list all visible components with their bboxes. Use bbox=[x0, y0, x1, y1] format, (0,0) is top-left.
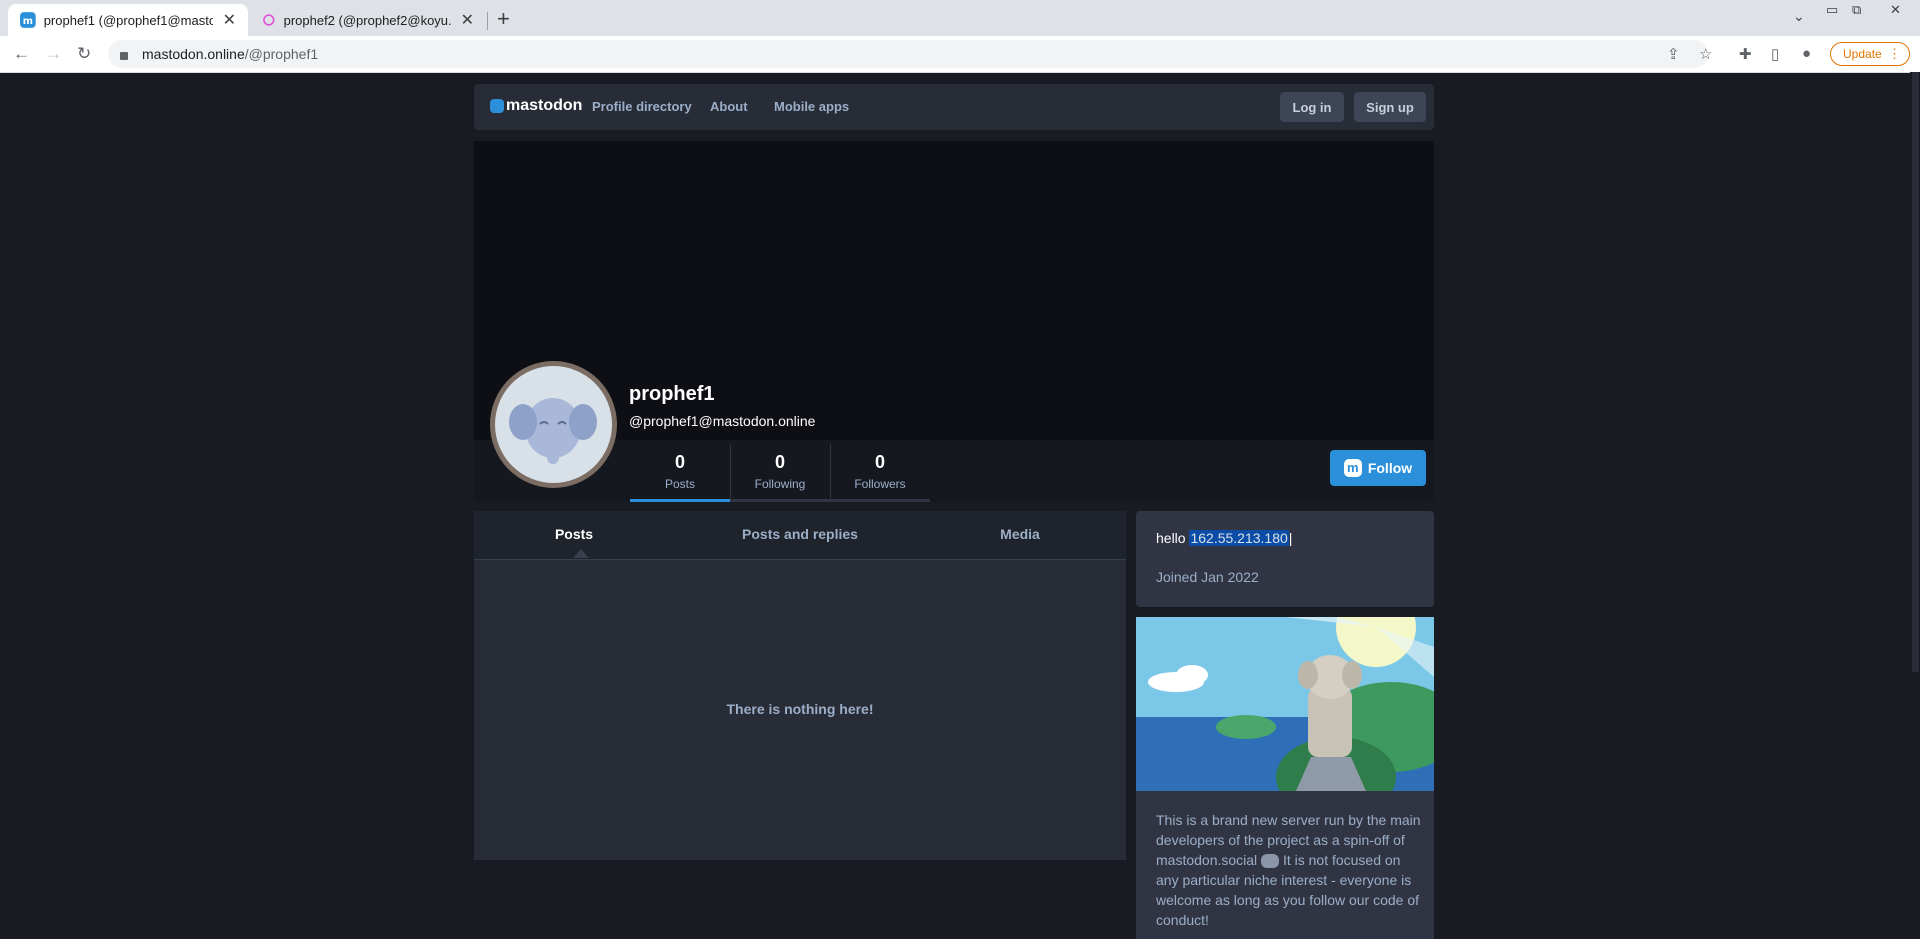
elephant-emoji-icon bbox=[1261, 854, 1280, 869]
tab-media[interactable]: Media bbox=[950, 526, 1090, 542]
tab-posts[interactable]: Posts bbox=[514, 526, 634, 542]
login-button[interactable]: Log in bbox=[1280, 92, 1344, 122]
counter-value: 0 bbox=[874, 452, 885, 472]
tab-posts-and-replies[interactable]: Posts and replies bbox=[700, 526, 900, 542]
browser-toolbar: ← → ↻ mastodon.online /@prophef1 ⇪ ☆ ✚ ▯… bbox=[0, 36, 1920, 73]
share-icon[interactable]: ⇪ bbox=[1667, 45, 1680, 63]
account-handle: @prophef1@mastodon.online bbox=[629, 413, 816, 429]
counter-underline bbox=[830, 499, 930, 502]
profile-icon[interactable]: ● bbox=[1802, 45, 1811, 62]
restore-icon[interactable]: ⧉ bbox=[1852, 2, 1861, 18]
avatar[interactable] bbox=[490, 361, 617, 488]
tab-separator bbox=[487, 12, 488, 30]
tab-title: prophef2 (@prophef2@koyu.space) bbox=[283, 12, 451, 28]
counter-label: Posts bbox=[664, 477, 695, 491]
bookmark-star-icon[interactable]: ☆ bbox=[1699, 45, 1712, 63]
profile-bio: hello 162.55.213.180| bbox=[1156, 530, 1293, 546]
counter-label: Followers bbox=[854, 477, 906, 491]
browser-tab-active[interactable]: m prophef1 (@prophef1@mastodon.online) ✕ bbox=[8, 4, 248, 36]
nav-mobile-apps[interactable]: Mobile apps bbox=[774, 99, 849, 114]
lock-icon bbox=[120, 52, 128, 60]
mastodon-icon: m bbox=[1343, 459, 1362, 477]
profile-bar bbox=[474, 440, 1434, 502]
reload-icon[interactable]: ↻ bbox=[77, 44, 91, 64]
update-label: Update bbox=[1843, 47, 1882, 61]
profile-header-image bbox=[474, 141, 1434, 440]
counter-following[interactable]: 0 Following bbox=[730, 442, 830, 502]
koyu-favicon-icon bbox=[263, 14, 275, 26]
counter-value: 0 bbox=[774, 452, 785, 472]
update-button[interactable]: Update ⋮ bbox=[1830, 42, 1910, 66]
mastodon-logo-icon bbox=[490, 99, 504, 113]
browser-tabstrip: m prophef1 (@prophef1@mastodon.online) ✕… bbox=[0, 0, 1920, 36]
tab-close-icon[interactable]: ✕ bbox=[223, 10, 236, 30]
server-description-card: This is a brand new server run by the ma… bbox=[1136, 791, 1434, 939]
joined-date: Joined Jan 2022 bbox=[1156, 569, 1259, 585]
counter-underline bbox=[730, 499, 830, 502]
signup-button[interactable]: Sign up bbox=[1354, 92, 1426, 122]
tab-search-icon[interactable]: ⌄ bbox=[1793, 8, 1805, 25]
nav-profile-directory[interactable]: Profile directory bbox=[592, 99, 692, 114]
counter-label: Following bbox=[754, 477, 806, 491]
forward-icon[interactable]: → bbox=[45, 44, 62, 64]
side-panel-icon[interactable]: ▯ bbox=[1771, 45, 1779, 63]
new-tab-button[interactable]: + bbox=[497, 6, 510, 32]
avatar-image bbox=[495, 366, 612, 483]
back-icon[interactable]: ← bbox=[13, 44, 30, 64]
tab-close-icon[interactable]: ✕ bbox=[461, 10, 474, 30]
counter-value: 0 bbox=[674, 452, 685, 472]
minimize-icon[interactable]: ▭ bbox=[1826, 2, 1838, 18]
counter-underline bbox=[630, 499, 730, 502]
display-name: prophef1 bbox=[629, 383, 715, 405]
logo-text: mastodon bbox=[506, 97, 583, 114]
tab-title: prophef1 (@prophef1@mastodon.online) bbox=[43, 12, 213, 28]
menu-dots-icon[interactable]: ⋮ bbox=[1888, 46, 1901, 62]
follow-label: Follow bbox=[1367, 460, 1413, 476]
active-tab-indicator bbox=[573, 549, 589, 558]
scrollbar-thumb[interactable] bbox=[1912, 72, 1919, 672]
timeline: There is nothing here! bbox=[474, 560, 1126, 860]
counter-followers[interactable]: 0 Followers bbox=[830, 442, 930, 502]
nav-about[interactable]: About bbox=[710, 99, 748, 114]
server-description: This is a brand new server run by the ma… bbox=[1156, 810, 1421, 930]
profile-bio-card: hello 162.55.213.180| Joined Jan 2022 bbox=[1136, 511, 1434, 607]
svg-text:m: m bbox=[23, 16, 33, 27]
follow-button[interactable]: m Follow bbox=[1330, 450, 1426, 486]
url-host: mastodon.online bbox=[142, 46, 245, 62]
bio-selected-text[interactable]: 162.55.213.180 bbox=[1189, 530, 1289, 546]
server-hero-image bbox=[1136, 617, 1434, 791]
mastodon-logo[interactable]: mastodon bbox=[490, 97, 582, 115]
address-bar[interactable]: mastodon.online /@prophef1 bbox=[108, 40, 1708, 68]
server-illustration bbox=[1136, 617, 1434, 791]
extensions-icon[interactable]: ✚ bbox=[1739, 45, 1752, 63]
profile-tabs: Posts Posts and replies Media bbox=[474, 511, 1126, 560]
mastodon-favicon-icon: m bbox=[20, 12, 36, 28]
url-path: /@prophef1 bbox=[244, 46, 319, 62]
counter-posts[interactable]: 0 Posts bbox=[630, 442, 730, 502]
elephant-avatar-icon bbox=[509, 398, 597, 464]
empty-timeline-message: There is nothing here! bbox=[726, 701, 874, 717]
site-header: mastodon Profile directory About Mobile … bbox=[474, 84, 1434, 130]
browser-tab[interactable]: prophef2 (@prophef2@koyu.space) ✕ bbox=[250, 4, 486, 36]
page-scrollbar[interactable] bbox=[1910, 72, 1920, 939]
close-window-icon[interactable]: ✕ bbox=[1890, 2, 1901, 18]
bio-text: hello bbox=[1156, 530, 1190, 546]
